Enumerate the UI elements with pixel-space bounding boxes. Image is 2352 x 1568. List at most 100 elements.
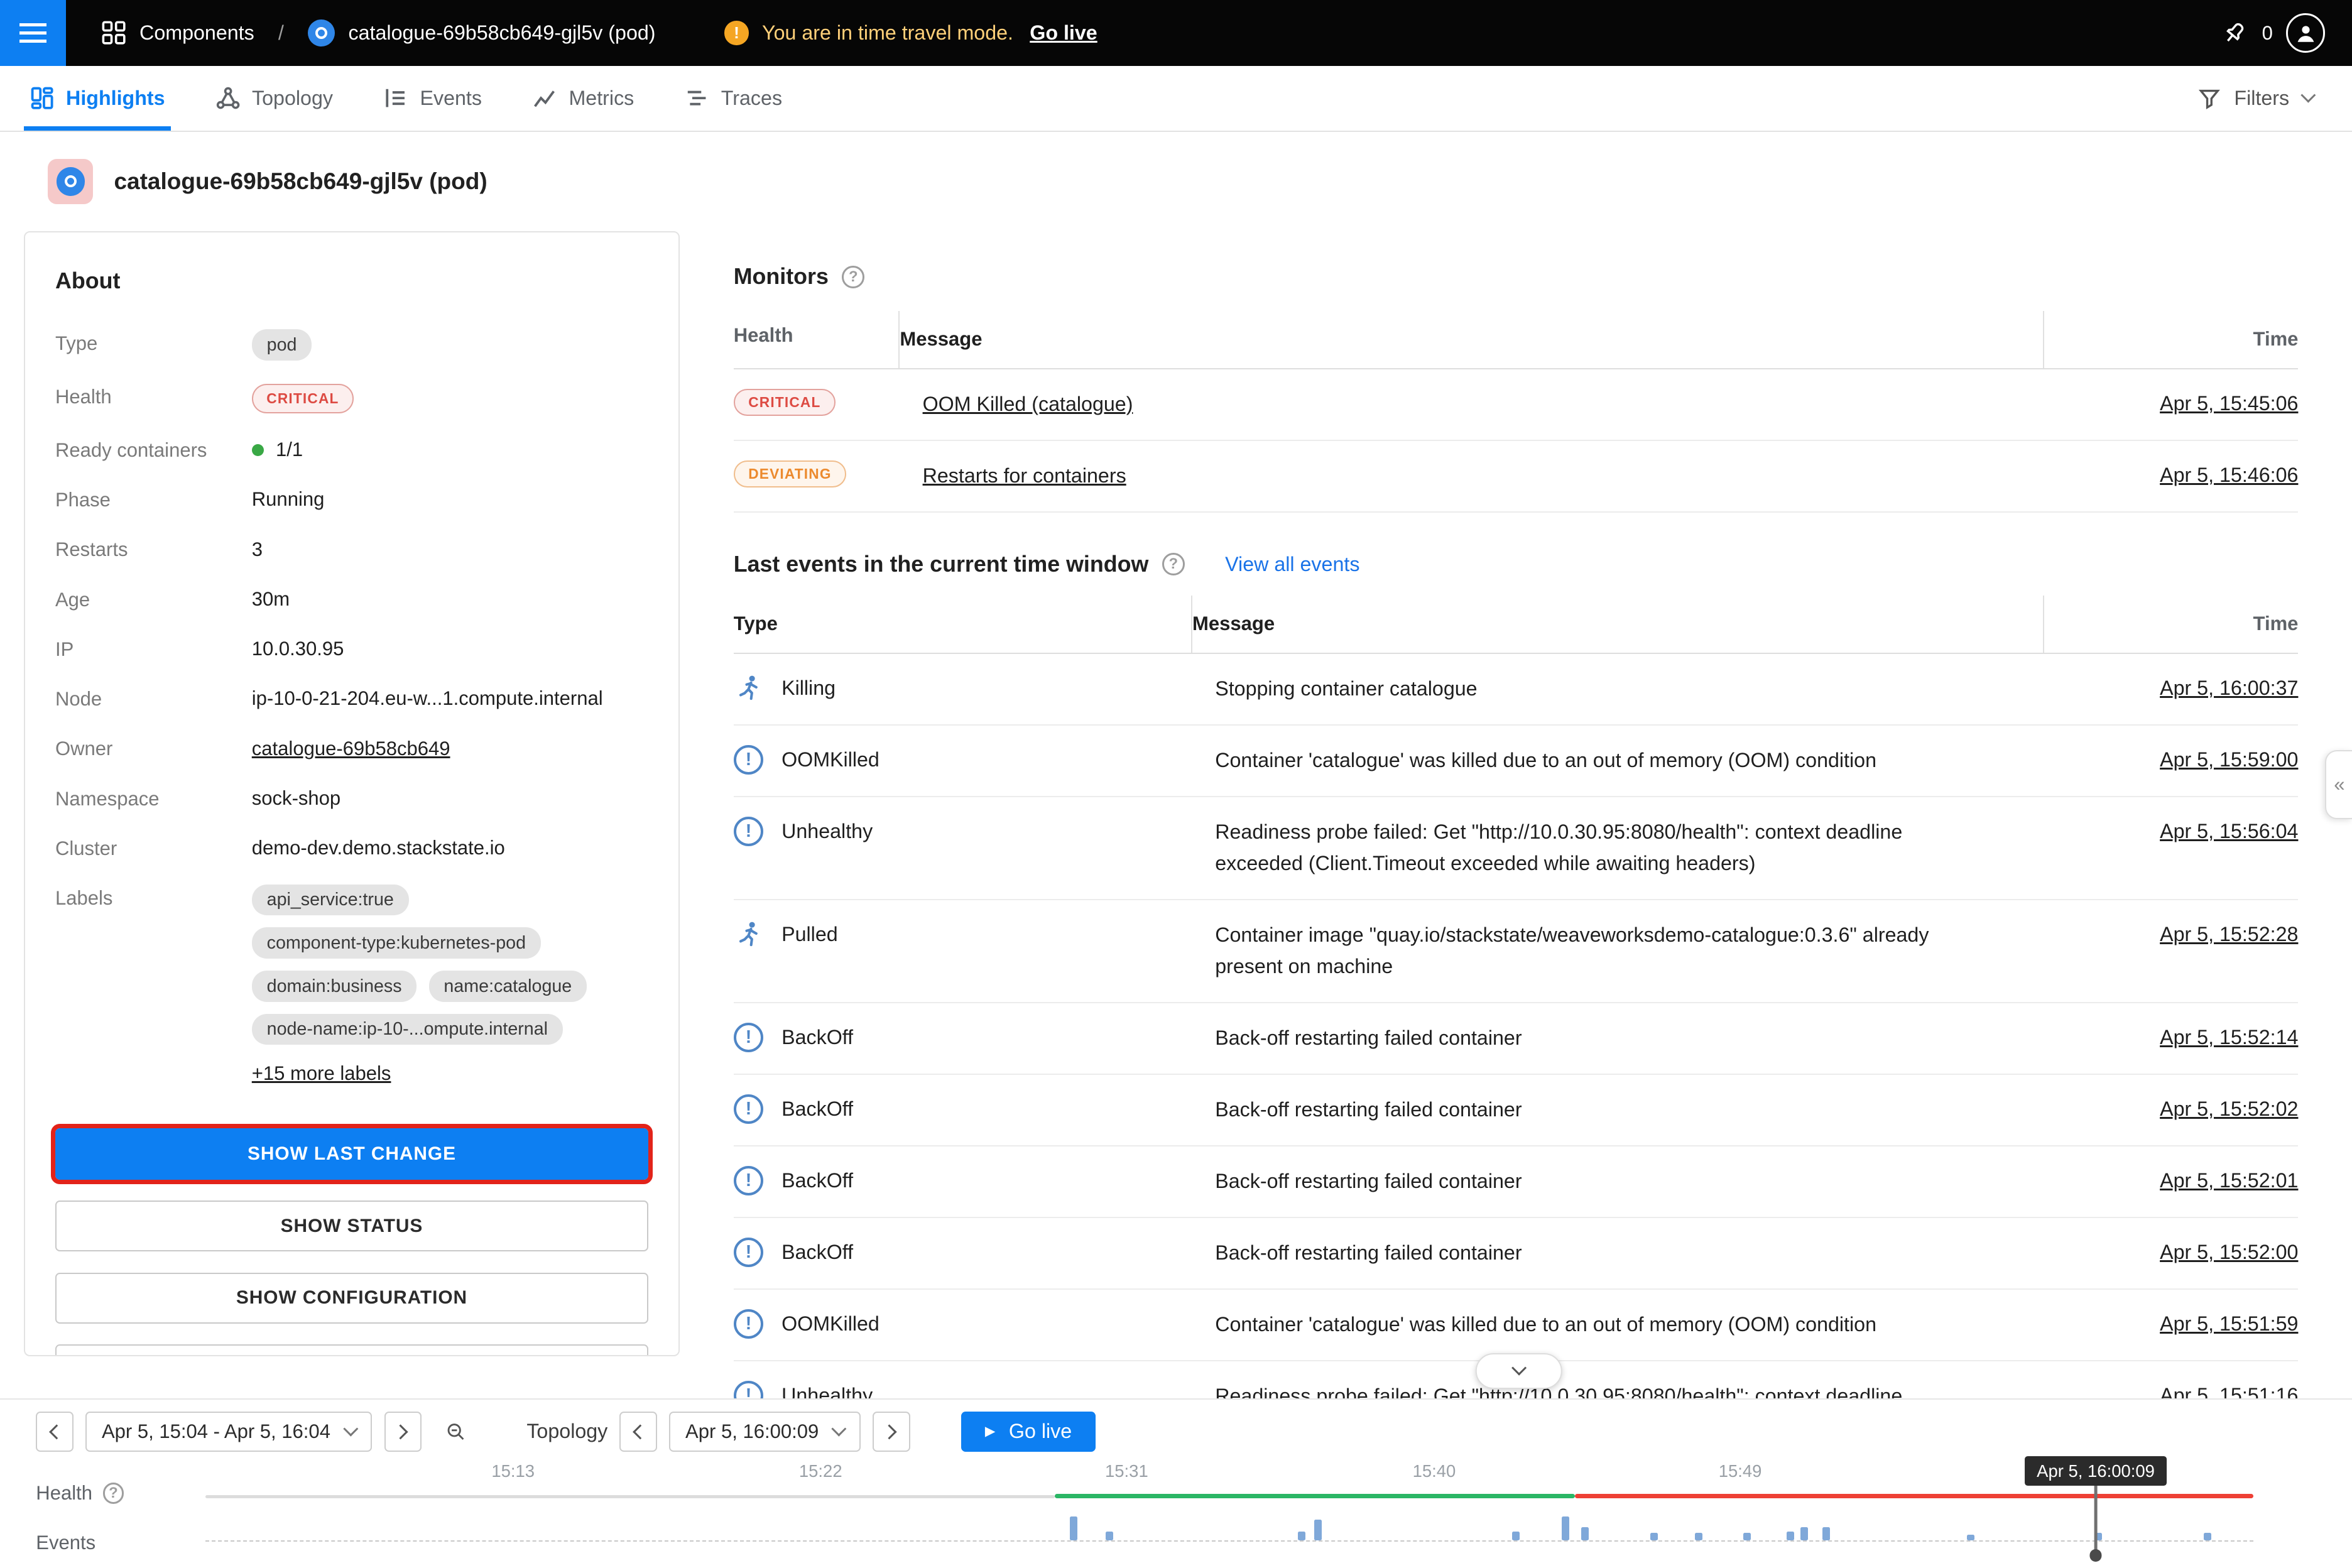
label-pill: name:catalogue <box>429 971 587 1002</box>
event-time-link[interactable]: Apr 5, 15:52:02 <box>2160 1097 2298 1120</box>
show-last-change-button[interactable]: SHOW LAST CHANGE <box>55 1128 648 1179</box>
event-type: OOMKilled <box>781 1312 879 1336</box>
event-type-icon: ! <box>734 1094 764 1124</box>
event-type: BackOff <box>781 1241 853 1264</box>
main-content: About Type pod Health CRITICAL Ready con… <box>0 231 2352 1398</box>
filter-funnel-icon <box>2198 87 2221 110</box>
monitor-time-link[interactable]: Apr 5, 15:45:06 <box>2160 392 2298 415</box>
time-travel-banner: ! You are in time travel mode. Go live <box>724 21 1097 45</box>
event-time-link[interactable]: Apr 5, 15:51:59 <box>2160 1312 2298 1335</box>
user-avatar[interactable] <box>2286 13 2325 52</box>
more-labels-link[interactable]: +15 more labels <box>252 1060 391 1087</box>
owner-link[interactable]: catalogue-69b58cb649 <box>252 738 450 760</box>
time-marker[interactable] <box>2094 1485 2098 1555</box>
event-row: ! BackOff Back-off restarting failed con… <box>734 1003 2299 1075</box>
hamburger-menu-button[interactable] <box>0 0 66 66</box>
monitors-table-header: Health Message Time <box>734 311 2299 369</box>
monitors-header: Monitors ? <box>734 264 2299 290</box>
about-card: About Type pod Health CRITICAL Ready con… <box>24 231 680 1356</box>
event-time-link[interactable]: Apr 5, 15:52:01 <box>2160 1169 2298 1192</box>
tab-highlights[interactable]: Highlights <box>30 66 165 131</box>
event-time-link[interactable]: Apr 5, 15:52:28 <box>2160 923 2298 945</box>
monitor-message-link[interactable]: Restarts for containers <box>923 464 1126 487</box>
event-time-link[interactable]: Apr 5, 15:52:14 <box>2160 1026 2298 1048</box>
about-row-cluster: Cluster demo-dev.demo.stackstate.io <box>55 823 648 873</box>
field-label: Cluster <box>55 834 252 860</box>
time-marker-tooltip: Apr 5, 16:00:09 <box>2025 1456 2167 1485</box>
expand-events-button[interactable] <box>1476 1353 1563 1389</box>
show-status-button[interactable]: SHOW STATUS <box>55 1200 648 1251</box>
filters-button[interactable]: Filters <box>2198 87 2352 110</box>
monitor-time-link[interactable]: Apr 5, 15:46:06 <box>2160 464 2298 486</box>
event-type: BackOff <box>781 1097 853 1121</box>
monitors-help-icon[interactable]: ? <box>842 266 864 288</box>
show-configuration-button[interactable]: SHOW CONFIGURATION <box>55 1273 648 1324</box>
about-row-ready: Ready containers 1/1 <box>55 425 648 474</box>
event-row: ! OOMKilled Container 'catalogue' was ki… <box>734 726 2299 797</box>
alert-circle-icon: ! <box>734 817 764 847</box>
monitors-title: Monitors <box>734 264 829 290</box>
panel-expander[interactable]: « <box>2325 750 2352 819</box>
alert-circle-icon: ! <box>734 1238 764 1268</box>
topbar: Components / catalogue-69b58cb649-gjl5v … <box>0 0 2352 66</box>
time-travel-message: You are in time travel mode. <box>762 21 1013 45</box>
label-pills: api_service:truecomponent-type:kubernete… <box>252 885 648 1045</box>
topology-icon <box>216 86 240 110</box>
field-label: Phase <box>55 486 252 511</box>
go-live-link[interactable]: Go live <box>1030 21 1097 45</box>
pin-icon[interactable] <box>2220 19 2248 47</box>
tab-traces[interactable]: Traces <box>685 66 782 131</box>
event-row: ! Killing Stopping container catalogue A… <box>734 654 2299 726</box>
field-value: 10.0.30.95 <box>252 635 344 662</box>
timeline-footer: Apr 5, 15:04 - Apr 5, 16:04 Topology Apr… <box>0 1398 2352 1568</box>
ready-status-dot <box>252 444 264 456</box>
health-state-pill: CRITICAL <box>252 384 354 414</box>
view-all-events-link[interactable]: View all events <box>1225 553 1359 576</box>
about-row-phase: Phase Running <box>55 474 648 524</box>
alert-circle-icon: ! <box>734 1094 764 1124</box>
alert-circle-icon: ! <box>734 1023 764 1053</box>
events-timeline-baseline <box>205 1540 2253 1542</box>
events-help-icon[interactable]: ? <box>1162 553 1185 575</box>
event-time-link[interactable]: Apr 5, 15:56:04 <box>2160 820 2298 842</box>
event-time-link[interactable]: Apr 5, 15:59:00 <box>2160 748 2298 771</box>
alert-circle-icon: ! <box>734 1381 764 1398</box>
running-icon <box>734 920 764 950</box>
event-time-link[interactable]: Apr 5, 15:52:00 <box>2160 1241 2298 1263</box>
event-row: ! OOMKilled Container 'catalogue' was ki… <box>734 1290 2299 1361</box>
time-marker-dot[interactable] <box>2089 1549 2101 1561</box>
event-time-link[interactable]: Apr 5, 16:00:37 <box>2160 677 2298 699</box>
event-message: Readiness probe failed: Get "http://10.0… <box>1191 1381 2043 1398</box>
column-header-time: Time <box>2043 311 2298 368</box>
about-row-node: Node ip-10-0-21-204.eu-w...1.compute.int… <box>55 674 648 724</box>
breadcrumb-components[interactable]: Components <box>139 21 254 45</box>
event-time-link[interactable]: Apr 5, 15:51:16 <box>2160 1384 2298 1398</box>
event-type: OOMKilled <box>781 748 879 771</box>
field-label: Node <box>55 685 252 710</box>
monitor-row: CRITICAL OOM Killed (catalogue) Apr 5, 1… <box>734 369 2299 441</box>
event-message: Back-off restarting failed container <box>1191 1094 2043 1126</box>
topbar-right: 0 <box>2220 13 2352 52</box>
event-message: Back-off restarting failed container <box>1191 1023 2043 1054</box>
event-type: BackOff <box>781 1169 853 1192</box>
field-label: Restarts <box>55 536 252 562</box>
tab-metrics[interactable]: Metrics <box>533 66 634 131</box>
alert-circle-icon: ! <box>734 1309 764 1339</box>
event-row: ! BackOff Back-off restarting failed con… <box>734 1146 2299 1218</box>
show-logs-button[interactable]: SHOW LOGS <box>55 1344 648 1356</box>
label-pill: node-name:ip-10-...ompute.internal <box>252 1014 563 1045</box>
tab-events[interactable]: Events <box>384 66 482 131</box>
breadcrumb-entity[interactable]: catalogue-69b58cb649-gjl5v (pod) <box>349 21 656 45</box>
breadcrumb-separator: / <box>278 21 284 45</box>
column-header-message: Message <box>898 311 2043 368</box>
events-table-header: Type Message Time <box>734 596 2299 654</box>
field-label: Owner <box>55 735 252 761</box>
field-label: Labels <box>55 885 252 910</box>
label-pill: component-type:kubernetes-pod <box>252 927 541 959</box>
tab-topology[interactable]: Topology <box>216 66 333 131</box>
event-message: Container 'catalogue' was killed due to … <box>1191 1309 2043 1341</box>
monitor-message-link[interactable]: OOM Killed (catalogue) <box>923 393 1133 415</box>
about-row-ip: IP 10.0.30.95 <box>55 624 648 673</box>
components-grid-icon <box>102 21 126 45</box>
column-header-health: Health <box>734 311 899 368</box>
